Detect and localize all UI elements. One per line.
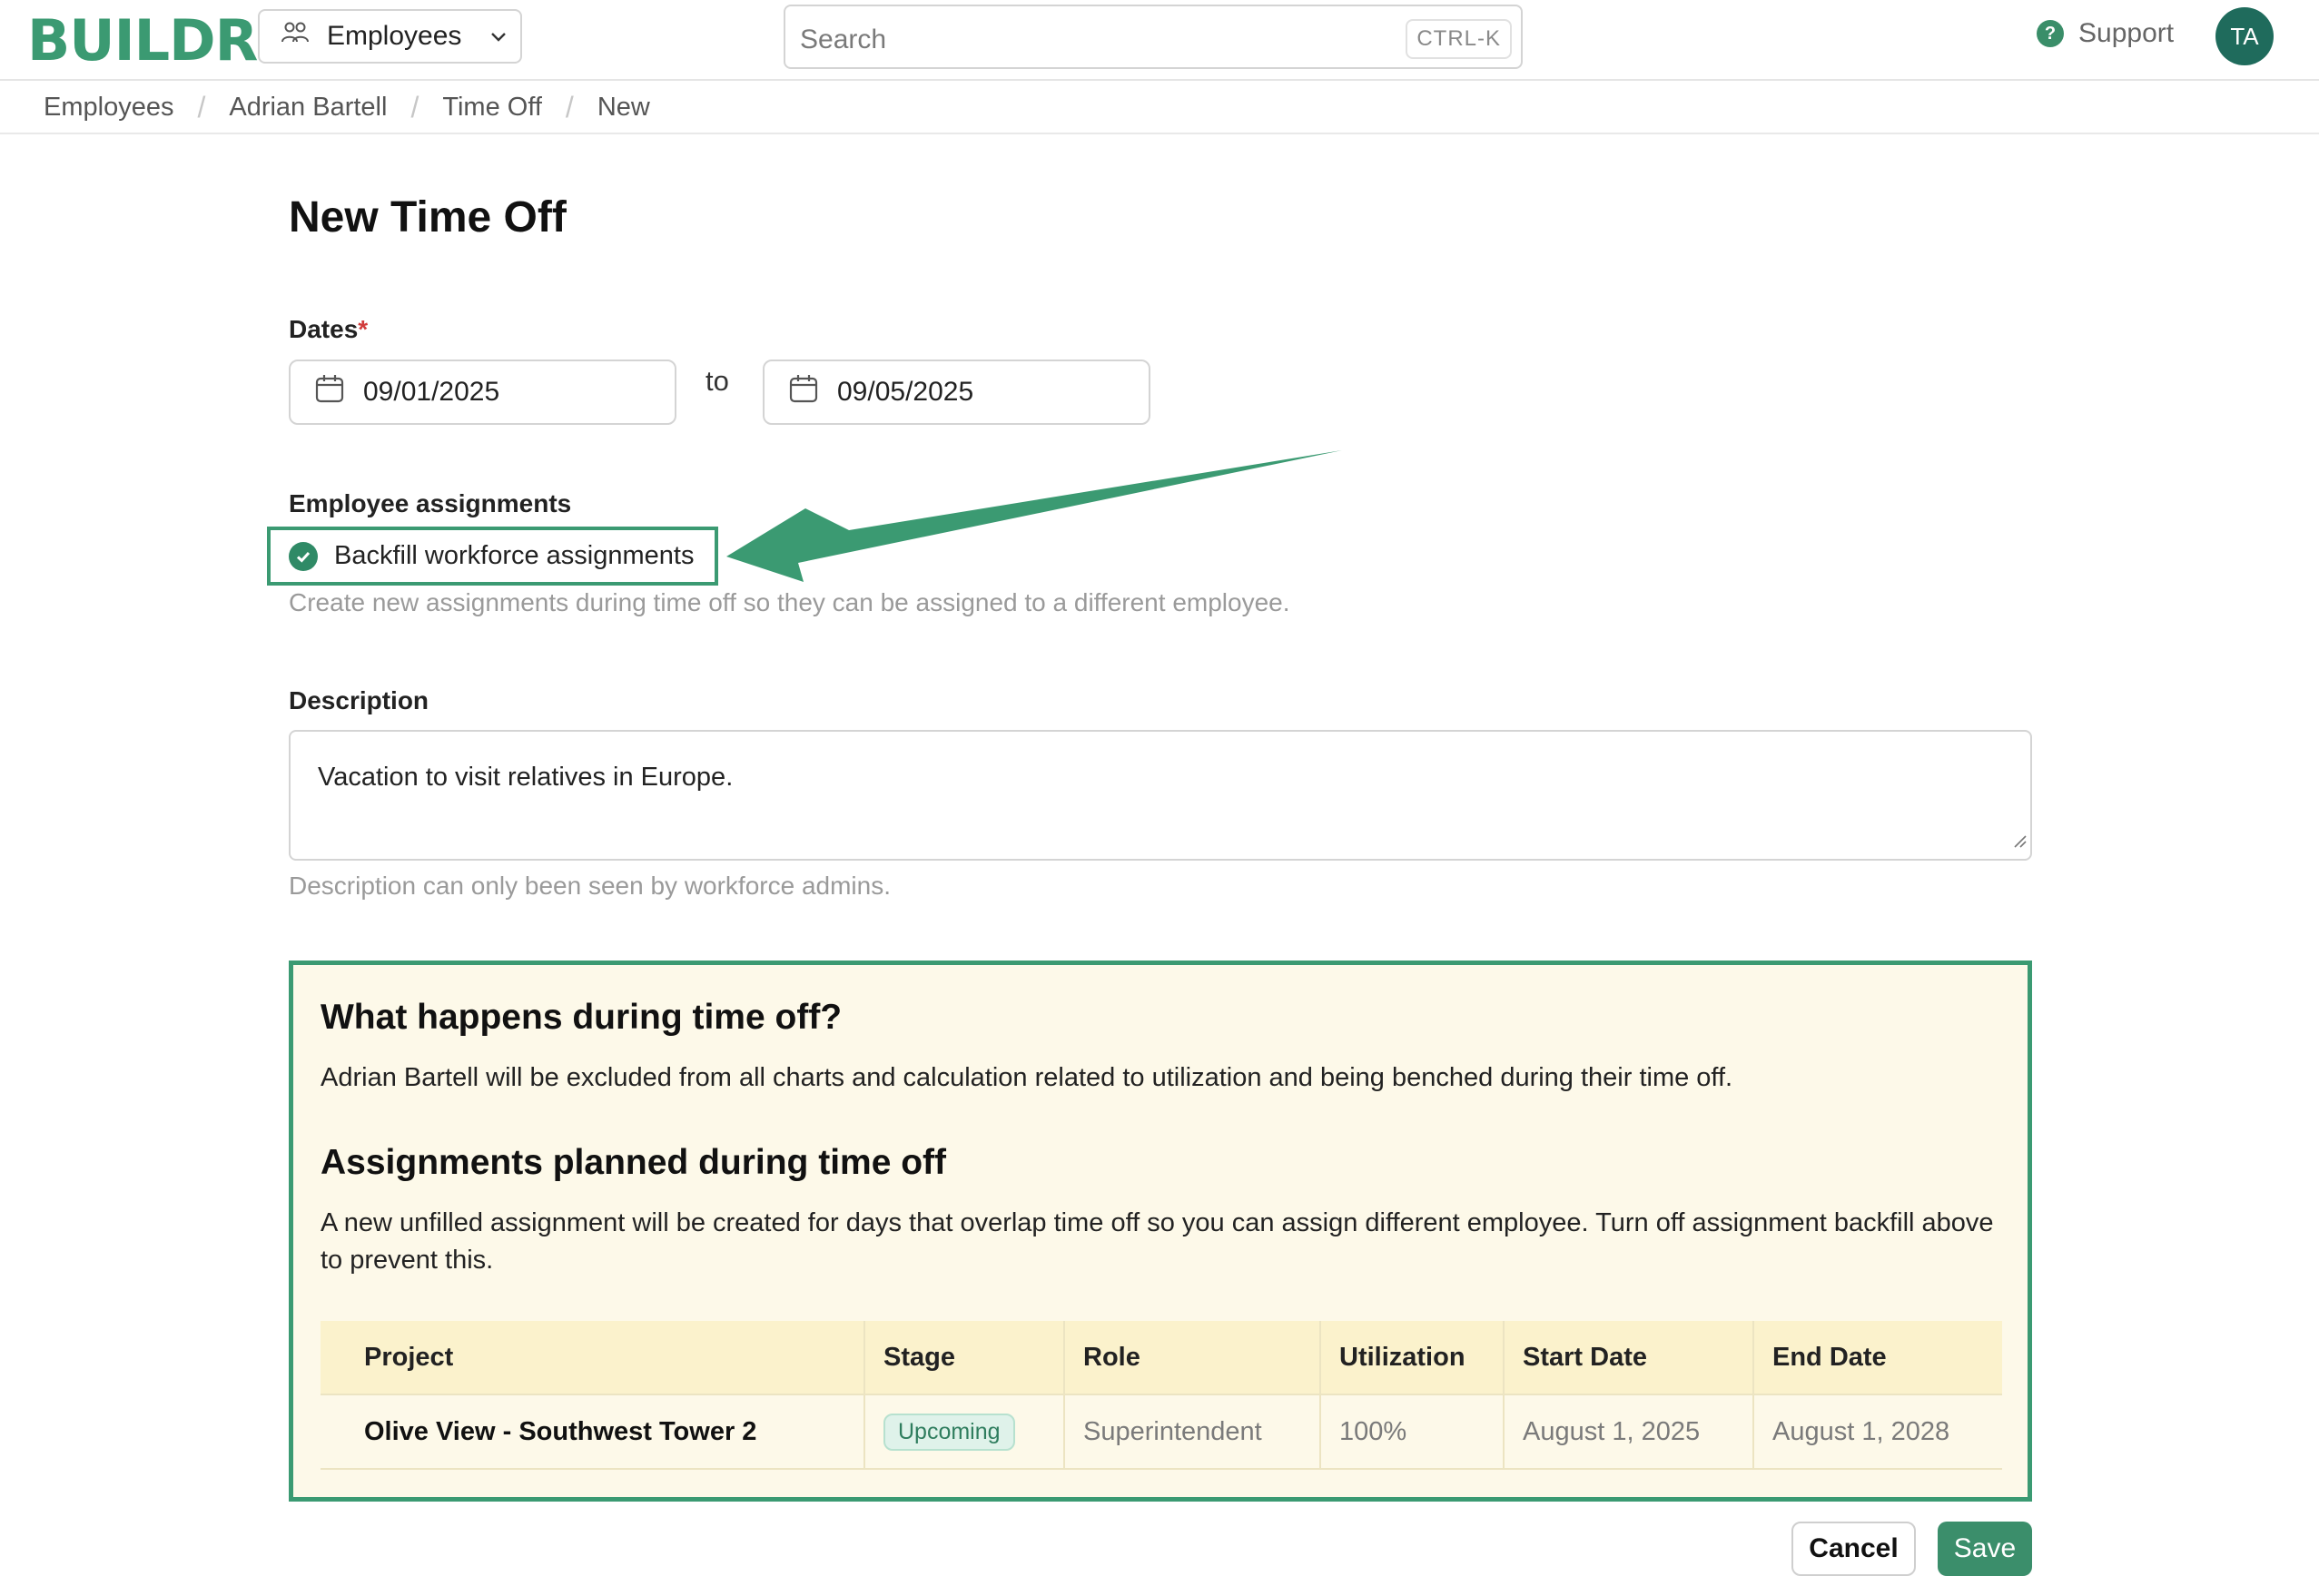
breadcrumb-item-employees[interactable]: Employees — [44, 93, 173, 123]
support-link[interactable]: ? Support — [2037, 18, 2174, 49]
logo[interactable]: BUILDR — [27, 7, 258, 74]
column-header-utilization: Utilization — [1321, 1321, 1505, 1394]
divider — [0, 133, 2319, 134]
backfill-checkbox[interactable]: Backfill workforce assignments — [267, 527, 718, 586]
time-off-info-panel: What happens during time off? Adrian Bar… — [289, 961, 2032, 1502]
cell-end-date: August 1, 2028 — [1772, 1416, 1950, 1446]
column-header-stage: Stage — [865, 1321, 1065, 1394]
cell-start-date: August 1, 2025 — [1505, 1395, 1754, 1468]
search-shortcut-badge: CTRL-K — [1406, 19, 1512, 59]
description-hint: Description can only been seen by workfo… — [289, 872, 892, 900]
info-text-exclusion: Adrian Bartell will be excluded from all… — [321, 1063, 1733, 1092]
cancel-button[interactable]: Cancel — [1791, 1522, 1916, 1576]
breadcrumb-item-new: New — [597, 92, 650, 122]
dates-label-text: Dates — [289, 315, 359, 343]
backfill-hint: Create new assignments during time off s… — [289, 588, 1290, 616]
support-label: Support — [2078, 18, 2175, 48]
search-placeholder: Search — [800, 25, 887, 54]
breadcrumb-item-employee[interactable]: Adrian Bartell — [229, 93, 387, 123]
status-badge: Upcoming — [883, 1413, 1015, 1451]
cell-role: Superintendent — [1065, 1395, 1321, 1468]
annotation-arrow-icon — [726, 450, 1342, 582]
breadcrumb-item-time-off[interactable]: Time Off — [442, 93, 542, 123]
calendar-icon — [314, 373, 345, 411]
backfill-checkbox-label: Backfill workforce assignments — [334, 541, 695, 570]
cell-stage: Upcoming — [865, 1395, 1065, 1468]
cell-utilization: 100% — [1321, 1395, 1505, 1468]
column-header-start-date: Start Date — [1505, 1321, 1754, 1394]
search-input[interactable]: Search CTRL-K — [784, 5, 1523, 69]
table-row: Olive View - Southwest Tower 2 Upcoming … — [321, 1395, 2002, 1470]
start-date-value: 09/01/2025 — [363, 377, 500, 407]
start-date-input[interactable]: 09/01/2025 — [289, 360, 676, 425]
people-icon — [280, 20, 311, 53]
avatar[interactable]: TA — [2215, 7, 2274, 65]
top-bar: BUILDR Employees Search CTRL-K ? Support… — [0, 0, 2319, 81]
date-range-separator: to — [706, 365, 729, 397]
assignments-label: Employee assignments — [289, 489, 572, 517]
required-marker: * — [358, 315, 369, 343]
end-date-value: 09/05/2025 — [837, 377, 974, 407]
table-header-row: Project Stage Role Utilization Start Dat… — [321, 1321, 2002, 1395]
breadcrumb-separator: / — [565, 90, 574, 123]
assignments-table: Project Stage Role Utilization Start Dat… — [321, 1321, 2002, 1470]
column-header-project: Project — [321, 1321, 865, 1394]
description-label: Description — [289, 686, 429, 714]
resize-handle-icon[interactable] — [2012, 825, 2027, 855]
breadcrumb: Employees / Adrian Bartell / Time Off / … — [44, 91, 650, 123]
save-button[interactable]: Save — [1938, 1522, 2032, 1576]
info-heading-assignments: Assignments planned during time off — [321, 1143, 947, 1182]
description-textarea[interactable]: Vacation to visit relatives in Europe. — [289, 730, 2032, 861]
breadcrumb-separator: / — [197, 90, 206, 123]
column-header-role: Role — [1065, 1321, 1321, 1394]
dates-label: Dates* — [289, 315, 368, 344]
module-label: Employees — [327, 21, 462, 51]
description-value: Vacation to visit relatives in Europe. — [318, 763, 734, 792]
calendar-icon — [788, 373, 819, 411]
checkbox-checked-icon — [289, 541, 318, 571]
page-title: New Time Off — [289, 193, 567, 241]
help-icon: ? — [2037, 20, 2064, 47]
info-heading-what-happens: What happens during time off? — [321, 998, 843, 1037]
cell-project: Olive View - Southwest Tower 2 — [321, 1395, 865, 1468]
info-text-backfill: A new unfilled assignment will be create… — [321, 1208, 1994, 1275]
module-selector[interactable]: Employees — [258, 9, 522, 64]
breadcrumb-separator: / — [410, 90, 419, 123]
column-header-end-date: End Date — [1772, 1342, 1887, 1372]
end-date-input[interactable]: 09/05/2025 — [763, 360, 1150, 425]
chevron-down-icon — [490, 25, 507, 48]
